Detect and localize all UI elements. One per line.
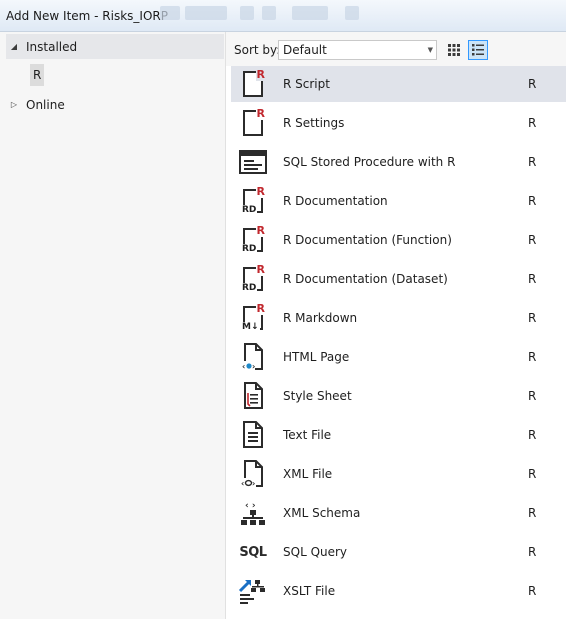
- list-item-r-documentation-function[interactable]: R RD R Documentation (Function) R: [231, 222, 566, 258]
- template-category-tree: ◢ Installed R ▷ Online: [0, 32, 226, 619]
- item-language: R: [528, 584, 537, 598]
- item-language: R: [528, 155, 537, 169]
- sql-stored-procedure-icon: [238, 148, 268, 176]
- item-name: HTML Page: [283, 350, 350, 364]
- style-sheet-icon: [238, 382, 268, 410]
- expanded-arrow-icon[interactable]: ◢: [6, 42, 22, 51]
- sort-by-value: Default: [283, 43, 327, 57]
- chevron-down-icon: ▼: [427, 46, 433, 54]
- item-name: R Documentation: [283, 194, 388, 208]
- svg-text:›: ›: [252, 362, 255, 371]
- r-script-icon: R: [238, 68, 268, 98]
- list-view-button[interactable]: [468, 40, 488, 60]
- item-name: XSLT File: [283, 584, 336, 598]
- sql-query-icon: SQL: [239, 544, 267, 560]
- tree-node-online[interactable]: ▷ Online: [6, 92, 224, 117]
- list-item-r-documentation-dataset[interactable]: R RD R Documentation (Dataset) R: [231, 261, 566, 297]
- list-item-text-file[interactable]: Text File R: [231, 417, 566, 453]
- item-language: R: [528, 506, 537, 520]
- item-name: Text File: [283, 428, 332, 442]
- list-item-sql-stored-procedure[interactable]: SQL Stored Procedure with R R: [231, 144, 566, 180]
- grid-view-icon: [448, 44, 460, 56]
- background-toolbar-ghost: [185, 6, 227, 20]
- r-settings-icon: R: [238, 107, 268, 137]
- item-language: R: [528, 467, 537, 481]
- list-item-html-page[interactable]: ‹ › HTML Page R: [231, 339, 566, 375]
- list-toolbar: Sort by: Default ▼: [226, 32, 566, 66]
- list-view-icon: [472, 44, 484, 56]
- list-item-xslt-file[interactable]: XSLT File R: [231, 573, 566, 609]
- item-name: XML File: [283, 467, 333, 481]
- r-documentation-function-icon: R RD: [241, 224, 266, 254]
- item-name: XML Schema: [283, 506, 361, 520]
- background-toolbar-ghost: [345, 6, 359, 20]
- svg-text:‹ ›: ‹ ›: [245, 501, 256, 511]
- tree-node-installed[interactable]: ◢ Installed: [6, 34, 224, 59]
- r-documentation-dataset-icon: R RD: [241, 263, 266, 293]
- svg-text:‹: ‹: [242, 362, 245, 371]
- item-language: R: [528, 272, 537, 286]
- item-language: R: [528, 350, 537, 364]
- svg-text:›: ›: [252, 479, 255, 488]
- tree-node-label: Installed: [26, 39, 78, 54]
- xml-file-icon: ‹ ›: [238, 460, 268, 488]
- list-item-sql-query[interactable]: SQL SQL Query R: [231, 534, 566, 570]
- svg-text:‹: ‹: [241, 479, 244, 488]
- background-toolbar-ghost: [240, 6, 254, 20]
- list-item-xml-schema[interactable]: ‹ › XML Schema R: [231, 495, 566, 531]
- background-toolbar-ghost: [262, 6, 276, 20]
- r-documentation-icon: R RD: [241, 185, 266, 215]
- sort-by-label: Sort by:: [234, 43, 281, 57]
- item-name: SQL Stored Procedure with R: [283, 155, 456, 169]
- background-toolbar-ghost: [160, 6, 180, 20]
- title-bar: Add New Item - Risks_IORP: [0, 0, 566, 32]
- item-name: R Script: [283, 77, 330, 91]
- item-language: R: [528, 311, 537, 325]
- list-item-r-settings[interactable]: R R Settings R: [231, 105, 566, 141]
- xslt-file-icon: [238, 577, 268, 605]
- list-item-xml-file[interactable]: ‹ › XML File R: [231, 456, 566, 492]
- r-markdown-icon: R M↓: [241, 302, 266, 332]
- list-item-r-documentation[interactable]: R RD R Documentation R: [231, 183, 566, 219]
- html-page-icon: ‹ ›: [238, 343, 268, 371]
- item-name: Style Sheet: [283, 389, 352, 403]
- collapsed-arrow-icon[interactable]: ▷: [6, 100, 22, 109]
- tree-node-label: R: [33, 68, 42, 82]
- tree-node-r[interactable]: R: [30, 64, 45, 86]
- list-item-r-script[interactable]: R R Script R: [231, 66, 566, 102]
- item-language: R: [528, 77, 537, 91]
- item-name: SQL Query: [283, 545, 348, 559]
- list-item-style-sheet[interactable]: Style Sheet R: [231, 378, 566, 414]
- template-list: R R Script R R R Settings R SQL Stored P…: [231, 66, 566, 619]
- item-name: R Documentation (Dataset): [283, 272, 448, 286]
- sort-by-dropdown[interactable]: Default ▼: [278, 40, 437, 60]
- item-name: R Markdown: [283, 311, 358, 325]
- item-language: R: [528, 116, 537, 130]
- text-file-icon: [238, 421, 268, 449]
- tree-node-label: Online: [26, 97, 65, 112]
- item-language: R: [528, 545, 537, 559]
- item-language: R: [528, 194, 537, 208]
- window-title: Add New Item - Risks_IORP: [6, 9, 168, 23]
- list-item-r-markdown[interactable]: R M↓ R Markdown R: [231, 300, 566, 336]
- item-name: R Settings: [283, 116, 345, 130]
- item-name: R Documentation (Function): [283, 233, 452, 247]
- item-language: R: [528, 389, 537, 403]
- xml-schema-icon: ‹ ›: [238, 499, 268, 527]
- small-icons-view-button[interactable]: [444, 40, 464, 60]
- item-language: R: [528, 428, 537, 442]
- background-toolbar-ghost: [292, 6, 328, 20]
- item-language: R: [528, 233, 537, 247]
